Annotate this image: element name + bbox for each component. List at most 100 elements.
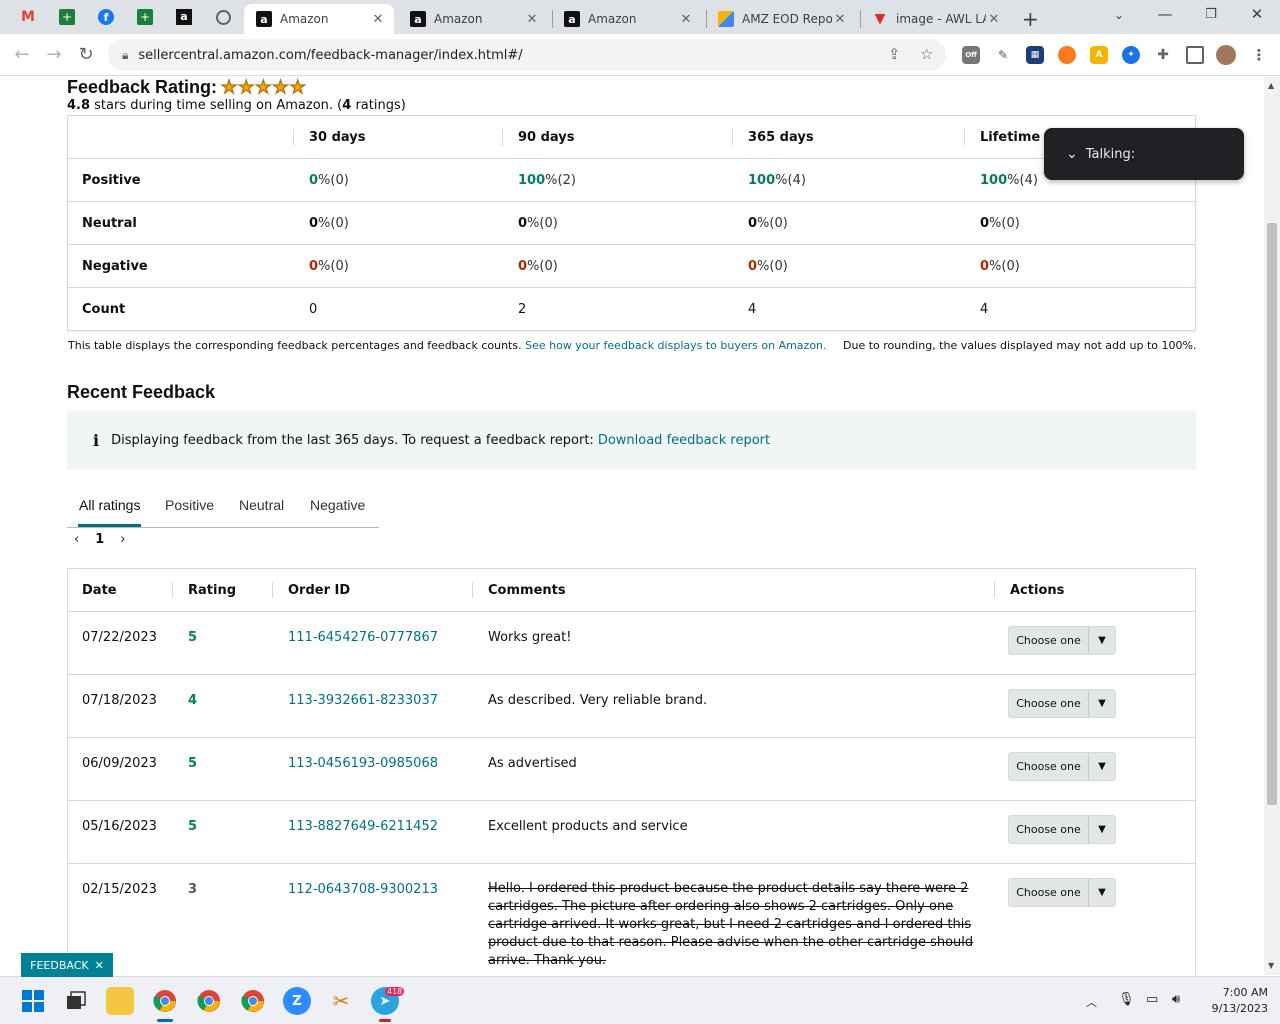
close-tab-icon[interactable]: ✕ — [986, 12, 1002, 27]
tab-amazon-2[interactable]: a Amazon ✕ — [398, 4, 548, 34]
tab-label: Amazon — [280, 12, 329, 26]
table-note: This table displays the corresponding fe… — [68, 339, 827, 352]
column-divider — [502, 129, 503, 145]
feedback-rating: 5 — [188, 630, 198, 645]
windows-start-icon[interactable] — [19, 987, 47, 1015]
facebook-pinned-tab[interactable]: f — [95, 6, 117, 28]
chrome-icon[interactable] — [151, 987, 179, 1015]
next-page-chevron-icon[interactable]: › — [120, 532, 125, 547]
extension-off-icon[interactable]: Off — [962, 46, 980, 64]
lock-icon: 🔒︎ — [122, 47, 129, 62]
tab-neutral[interactable]: Neutral — [239, 497, 284, 513]
chrome-profile-icon[interactable] — [239, 987, 267, 1015]
buyer-display-link[interactable]: See how your feedback displays to buyers… — [525, 339, 826, 352]
action-dropdown[interactable]: Choose one ▼ — [1008, 689, 1116, 718]
extension-grid-icon[interactable]: ▦ — [1026, 46, 1044, 64]
close-tab-icon[interactable]: ✕ — [678, 12, 694, 27]
tray-chevron-up-icon[interactable]: ︿ — [1086, 994, 1097, 1010]
tab-amazon-active[interactable]: a Amazon ✕ — [244, 4, 394, 34]
recent-feedback-table: Date Rating Order ID Comments Actions 07… — [67, 568, 1196, 975]
snipping-tool-icon[interactable]: ✂ — [327, 987, 355, 1015]
back-arrow-icon[interactable]: ← — [11, 44, 33, 65]
rounding-note: Due to rounding, the values displayed ma… — [843, 339, 1197, 352]
scroll-down-icon[interactable]: ▼ — [1268, 961, 1274, 970]
scroll-up-icon[interactable]: ▲ — [1268, 81, 1274, 90]
col-30-days: 30 days — [309, 130, 366, 145]
system-clock[interactable]: 7:00 AM 9/13/2023 — [1196, 985, 1268, 1017]
close-icon[interactable]: ✕ — [95, 959, 104, 972]
feedback-date: 02/15/2023 — [82, 882, 157, 897]
close-tab-icon[interactable]: ✕ — [524, 12, 540, 27]
info-icon: i — [93, 431, 100, 450]
extension-orange-icon[interactable] — [1058, 46, 1076, 64]
side-panel-icon[interactable] — [1186, 46, 1204, 64]
task-view-icon[interactable] — [62, 987, 90, 1015]
order-id-link[interactable]: 113-8827649-6211452 — [288, 819, 438, 834]
tab-amz-eod-report[interactable]: AMZ EOD Repor ✕ — [706, 4, 856, 34]
profile-avatar[interactable] — [1216, 45, 1236, 65]
feedback-summary-table: 30 days 90 days 365 days Lifetime Positi… — [67, 115, 1196, 331]
network-icon[interactable]: ▭ — [1146, 992, 1158, 1007]
reload-icon[interactable]: ↻ — [75, 44, 97, 65]
prev-page-chevron-icon[interactable]: ‹ — [74, 532, 79, 547]
extension-scout-icon[interactable]: A — [1090, 46, 1108, 64]
tab-image-awl[interactable]: ▼ image - AWL LA ✕ — [860, 4, 1010, 34]
summary-cell: 0 %(0) — [309, 245, 349, 288]
feedback-widget-button[interactable]: FEEDBACK ✕ — [21, 953, 113, 977]
active-app-indicator — [157, 1019, 173, 1022]
volume-icon[interactable]: 🔊︎ — [1172, 992, 1180, 1007]
chevron-down-icon[interactable]: ⌄ — [1066, 146, 1078, 162]
gmail-pinned-tab[interactable]: M — [17, 6, 39, 28]
menu-kebab-icon[interactable]: ⋮ — [1250, 46, 1268, 64]
minimize-icon[interactable]: — — [1142, 5, 1188, 23]
close-tab-icon[interactable]: ✕ — [832, 12, 848, 27]
talking-overlay[interactable]: ⌄ Talking: — [1044, 128, 1244, 180]
chrome-profile-e-icon[interactable] — [195, 987, 223, 1015]
forward-arrow-icon[interactable]: → — [43, 44, 65, 65]
sheets-icon: + — [59, 9, 75, 25]
count-value: %(4) — [1007, 173, 1038, 188]
new-tab-plus-icon[interactable]: + — [1022, 7, 1039, 31]
sheets-pinned-tab[interactable]: + — [56, 6, 78, 28]
percent-value: 0 — [518, 216, 528, 231]
bookmark-star-icon[interactable]: ☆ — [920, 45, 933, 63]
tab-label: Amazon — [588, 12, 637, 26]
microphone-icon[interactable]: 🎙︎ — [1118, 992, 1135, 1007]
action-dropdown[interactable]: Choose one ▼ — [1008, 878, 1116, 907]
order-id-link[interactable]: 113-0456193-0985068 — [288, 756, 438, 771]
globe-pinned-tab[interactable] — [212, 6, 234, 28]
restore-icon[interactable]: ❐ — [1188, 7, 1234, 22]
current-page[interactable]: 1 — [95, 532, 104, 547]
tab-amazon-3[interactable]: a Amazon ✕ — [552, 4, 702, 34]
close-tab-icon[interactable]: ✕ — [370, 12, 386, 27]
action-dropdown-label: Choose one — [1009, 879, 1089, 906]
share-icon[interactable]: ⇪ — [888, 45, 901, 63]
order-id-link[interactable]: 112-0643708-9300213 — [288, 882, 438, 897]
percent-value: 0 — [980, 216, 990, 231]
active-tab-indicator — [78, 524, 141, 527]
extension-blue-icon[interactable]: ✦ — [1122, 46, 1140, 64]
tab-negative[interactable]: Negative — [310, 497, 365, 513]
tab-all-ratings[interactable]: All ratings — [79, 497, 140, 513]
page-scrollbar[interactable]: ▲ ▼ — [1264, 77, 1280, 975]
order-id-link[interactable]: 111-6454276-0777867 — [288, 630, 438, 645]
extension-pen-icon[interactable]: ✎ — [994, 46, 1012, 64]
order-id-link[interactable]: 113-3932661-8233037 — [288, 693, 438, 708]
action-dropdown[interactable]: Choose one ▼ — [1008, 626, 1116, 655]
action-dropdown[interactable]: Choose one ▼ — [1008, 815, 1116, 844]
zoom-icon[interactable]: Z — [283, 987, 311, 1015]
download-report-link[interactable]: Download feedback report — [598, 433, 770, 448]
extensions-puzzle-icon[interactable]: ✚ — [1154, 46, 1172, 64]
action-dropdown[interactable]: Choose one ▼ — [1008, 752, 1116, 781]
tab-positive[interactable]: Positive — [165, 497, 214, 513]
col-365-days: 365 days — [748, 130, 814, 145]
scrollbar-thumb[interactable] — [1267, 223, 1277, 805]
sheets-pinned-tab-2[interactable]: + — [134, 6, 156, 28]
address-bar[interactable]: 🔒︎ sellercentral.amazon.com/feedback-man… — [108, 39, 946, 71]
amazon-icon: a — [256, 11, 272, 27]
tab-search-chevron-icon[interactable]: ⌄ — [1096, 8, 1142, 22]
amazon-pinned-tab[interactable]: a — [173, 6, 195, 28]
close-window-icon[interactable]: ✕ — [1234, 5, 1280, 23]
column-divider — [994, 582, 995, 598]
file-explorer-icon[interactable] — [106, 987, 134, 1015]
